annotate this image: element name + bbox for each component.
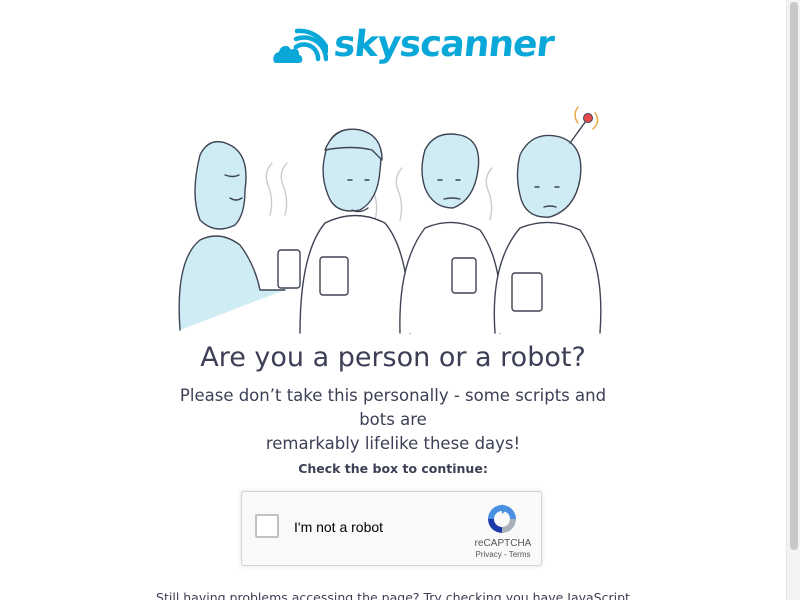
sunrise-cloud-icon bbox=[273, 28, 328, 63]
robot-antenna-light bbox=[583, 113, 593, 123]
recaptcha-brand: reCAPTCHA bbox=[474, 538, 532, 549]
explanation-line-2: remarkably lifelike these days! bbox=[265, 434, 521, 453]
not-a-robot-checkbox[interactable] bbox=[255, 514, 279, 538]
recaptcha-icon bbox=[488, 504, 516, 533]
scrollbar-thumb[interactable] bbox=[790, 2, 798, 550]
link-separator: - bbox=[501, 550, 509, 559]
vertical-scrollbar[interactable] bbox=[786, 0, 800, 600]
privacy-link[interactable]: Privacy bbox=[476, 550, 502, 559]
brand-name: skyscanner bbox=[331, 24, 556, 65]
explanation-line-1: Please don’t take this personally - some… bbox=[179, 386, 607, 429]
page: skyscanner Are you a person or a robot? … bbox=[0, 0, 786, 600]
help-text: Still having problems accessing the page… bbox=[156, 590, 630, 600]
captcha-instruction: Check the box to continue: bbox=[298, 461, 488, 476]
page-title: Are you a person or a robot? bbox=[200, 342, 586, 373]
people-illustration bbox=[178, 106, 602, 334]
checkbox-label[interactable]: I'm not a robot bbox=[294, 519, 383, 535]
skyscanner-logo[interactable]: skyscanner bbox=[272, 22, 556, 68]
recaptcha-widget: I'm not a robot reCAPTCHA Privacy - Term… bbox=[241, 491, 542, 566]
explanation-text: Please don’t take this personally - some… bbox=[160, 384, 626, 456]
recaptcha-links: Privacy - Terms bbox=[462, 550, 544, 559]
terms-link[interactable]: Terms bbox=[509, 550, 531, 559]
